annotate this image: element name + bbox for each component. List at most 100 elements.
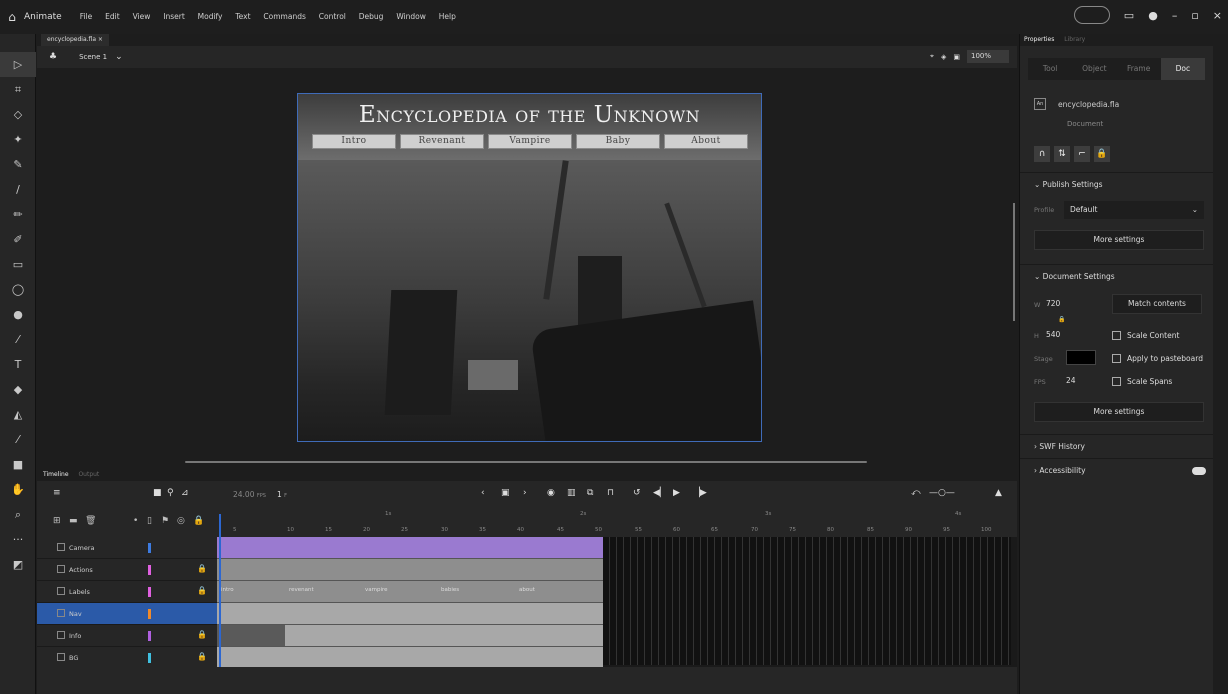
document-settings-header[interactable]: ⌄ Document Settings bbox=[1020, 264, 1214, 288]
lock-icon[interactable]: 🔒 bbox=[197, 630, 207, 639]
fps-field[interactable]: 24 bbox=[1066, 376, 1076, 385]
undo-icon[interactable]: ⤺ bbox=[911, 488, 921, 498]
workspace-icon[interactable]: ▭ bbox=[1124, 9, 1134, 22]
paint-brush-tool-icon[interactable]: ✐ bbox=[0, 227, 36, 252]
zoom-tool-icon[interactable]: ⌕ bbox=[0, 502, 36, 527]
nav-revenant-button[interactable]: Revenant bbox=[400, 134, 484, 149]
pencil-tool-icon[interactable]: ✏ bbox=[0, 202, 36, 227]
clip-icon[interactable]: ▣ bbox=[953, 53, 960, 61]
lock-icon[interactable]: 🔒 bbox=[197, 586, 207, 595]
prev-icon[interactable]: ‹ bbox=[481, 488, 485, 498]
pen-tool-icon[interactable]: ✎ bbox=[0, 152, 36, 177]
camera-tool-icon[interactable]: ■ bbox=[0, 452, 36, 477]
parent-icon[interactable]: ⚑ bbox=[161, 516, 169, 526]
paint-bucket-tool-icon[interactable]: ◭ bbox=[0, 402, 36, 427]
eraser-tool-icon[interactable]: ◆ bbox=[0, 377, 36, 402]
lock-icon[interactable]: 🔒 bbox=[1094, 146, 1110, 162]
step-back-icon[interactable]: ◀▏ bbox=[653, 488, 667, 498]
onion-skin-icon[interactable]: ◉ bbox=[547, 488, 555, 498]
onion-outline-icon[interactable]: ▥ bbox=[567, 488, 576, 498]
stroke-fill-swatch-icon[interactable]: ◩ bbox=[0, 552, 36, 577]
publish-settings-header[interactable]: ⌄ Publish Settings bbox=[1020, 172, 1214, 196]
frame-readout[interactable]: 1 bbox=[277, 490, 282, 499]
play-circle-icon[interactable]: ● bbox=[1148, 9, 1158, 22]
scene-name[interactable]: Scene 1 bbox=[79, 53, 107, 61]
accessibility-header[interactable]: › Accessibility bbox=[1020, 458, 1214, 482]
outline-icon[interactable]: ▯ bbox=[147, 516, 152, 526]
frame-ruler[interactable]: 1s 2s 3s 4s 5 10 15 20 25 30 35 40 45 50… bbox=[217, 509, 1017, 537]
height-field[interactable]: 540 bbox=[1046, 330, 1060, 339]
layers-icon[interactable]: ≡ bbox=[53, 488, 61, 498]
info-frames[interactable] bbox=[217, 625, 603, 647]
menu-insert[interactable]: Insert bbox=[163, 12, 185, 21]
stage-canvas[interactable]: Encyclopedia of the Unknown Intro Revena… bbox=[297, 93, 762, 442]
menu-file[interactable]: File bbox=[80, 12, 93, 21]
camera-icon[interactable]: ■ bbox=[153, 488, 162, 498]
layer-bg[interactable]: BG 🔒 bbox=[37, 647, 217, 669]
home-icon[interactable]: ⌂ bbox=[0, 10, 24, 24]
menu-window[interactable]: Window bbox=[396, 12, 426, 21]
zoom-select[interactable]: 100% bbox=[967, 50, 1009, 63]
scale-spans-checkbox[interactable]: Scale Spans bbox=[1112, 377, 1172, 386]
menu-view[interactable]: View bbox=[133, 12, 151, 21]
empty-frames[interactable] bbox=[603, 537, 1011, 665]
layer-actions[interactable]: Actions 🔒 bbox=[37, 559, 217, 581]
center-stage-icon[interactable]: ⌖ bbox=[930, 52, 934, 61]
camera-frames[interactable] bbox=[217, 537, 603, 559]
menu-commands[interactable]: Commands bbox=[263, 12, 305, 21]
match-contents-button[interactable]: Match contents bbox=[1112, 294, 1202, 314]
tab-object[interactable]: Object bbox=[1072, 58, 1116, 80]
bg-frames[interactable] bbox=[217, 647, 603, 669]
width-field[interactable]: 720 bbox=[1046, 299, 1060, 308]
selection-tool-icon[interactable]: ▷ bbox=[0, 52, 36, 77]
folder-icon[interactable]: ▬ bbox=[69, 516, 78, 526]
lock-all-icon[interactable]: 🔒 bbox=[193, 516, 204, 526]
mountain-icon[interactable]: ▲ bbox=[995, 488, 1002, 498]
tab-library[interactable]: Library bbox=[1064, 36, 1085, 43]
lock-icon[interactable]: 🔒 bbox=[197, 564, 207, 573]
edit-multiple-icon[interactable]: ⧉ bbox=[587, 488, 593, 498]
scene-icon[interactable]: ♣ bbox=[49, 52, 57, 62]
visibility-icon[interactable]: ◎ bbox=[177, 516, 185, 526]
profile-select[interactable]: Default ⌄ bbox=[1064, 201, 1204, 219]
rectangle-tool-icon[interactable]: ▭ bbox=[0, 252, 36, 277]
line-tool-icon[interactable]: ⁄ bbox=[0, 327, 36, 352]
swf-history-header[interactable]: › SWF History bbox=[1020, 434, 1214, 458]
highlight-icon[interactable]: • bbox=[133, 516, 138, 526]
play-icon[interactable]: ▶ bbox=[673, 488, 680, 498]
tab-output[interactable]: Output bbox=[78, 471, 99, 478]
link-icon[interactable]: 🔒 bbox=[1058, 316, 1065, 323]
text-tool-icon[interactable]: T bbox=[0, 352, 36, 377]
close-icon[interactable]: × bbox=[1213, 9, 1222, 22]
loop-icon[interactable]: ↺ bbox=[633, 488, 641, 498]
publish-more-settings-button[interactable]: More settings bbox=[1034, 230, 1204, 250]
lock-icon[interactable]: 🔒 bbox=[197, 652, 207, 661]
menu-debug[interactable]: Debug bbox=[359, 12, 384, 21]
apply-pasteboard-checkbox[interactable]: Apply to pasteboard bbox=[1112, 354, 1203, 363]
maximize-icon[interactable]: ▫ bbox=[1191, 9, 1198, 22]
nav-vampire-button[interactable]: Vampire bbox=[488, 134, 572, 149]
magnet-icon[interactable]: ∩ bbox=[1034, 146, 1050, 162]
free-transform-tool-icon[interactable]: ⌗ bbox=[0, 77, 36, 102]
menu-modify[interactable]: Modify bbox=[198, 12, 223, 21]
fps-readout[interactable]: 24.00 bbox=[233, 490, 254, 499]
tab-properties[interactable]: Properties bbox=[1024, 36, 1054, 43]
next-icon[interactable]: › bbox=[523, 488, 527, 498]
object-drawing-icon[interactable]: ● bbox=[0, 302, 36, 327]
nav-frames[interactable] bbox=[217, 603, 603, 625]
nav-intro-button[interactable]: Intro bbox=[312, 134, 396, 149]
layer-info[interactable]: Info 🔒 bbox=[37, 625, 217, 647]
actions-frames[interactable] bbox=[217, 559, 603, 581]
horizontal-scrollbar[interactable] bbox=[185, 461, 867, 463]
layer-depth-icon[interactable]: ⚲ bbox=[167, 488, 174, 498]
menu-help[interactable]: Help bbox=[439, 12, 456, 21]
document-more-settings-button[interactable]: More settings bbox=[1034, 402, 1204, 422]
scale-content-checkbox[interactable]: Scale Content bbox=[1112, 331, 1179, 340]
stage-color-swatch[interactable] bbox=[1066, 350, 1096, 365]
tab-frame[interactable]: Frame bbox=[1117, 58, 1161, 80]
eyedropper-tool-icon[interactable]: ⁄ bbox=[0, 427, 36, 452]
labels-frames[interactable]: intro revenant vampire babies about bbox=[217, 581, 603, 603]
more-tools-icon[interactable]: ··· bbox=[0, 527, 36, 552]
menu-edit[interactable]: Edit bbox=[105, 12, 120, 21]
delete-icon[interactable]: 🗑 bbox=[85, 516, 96, 526]
